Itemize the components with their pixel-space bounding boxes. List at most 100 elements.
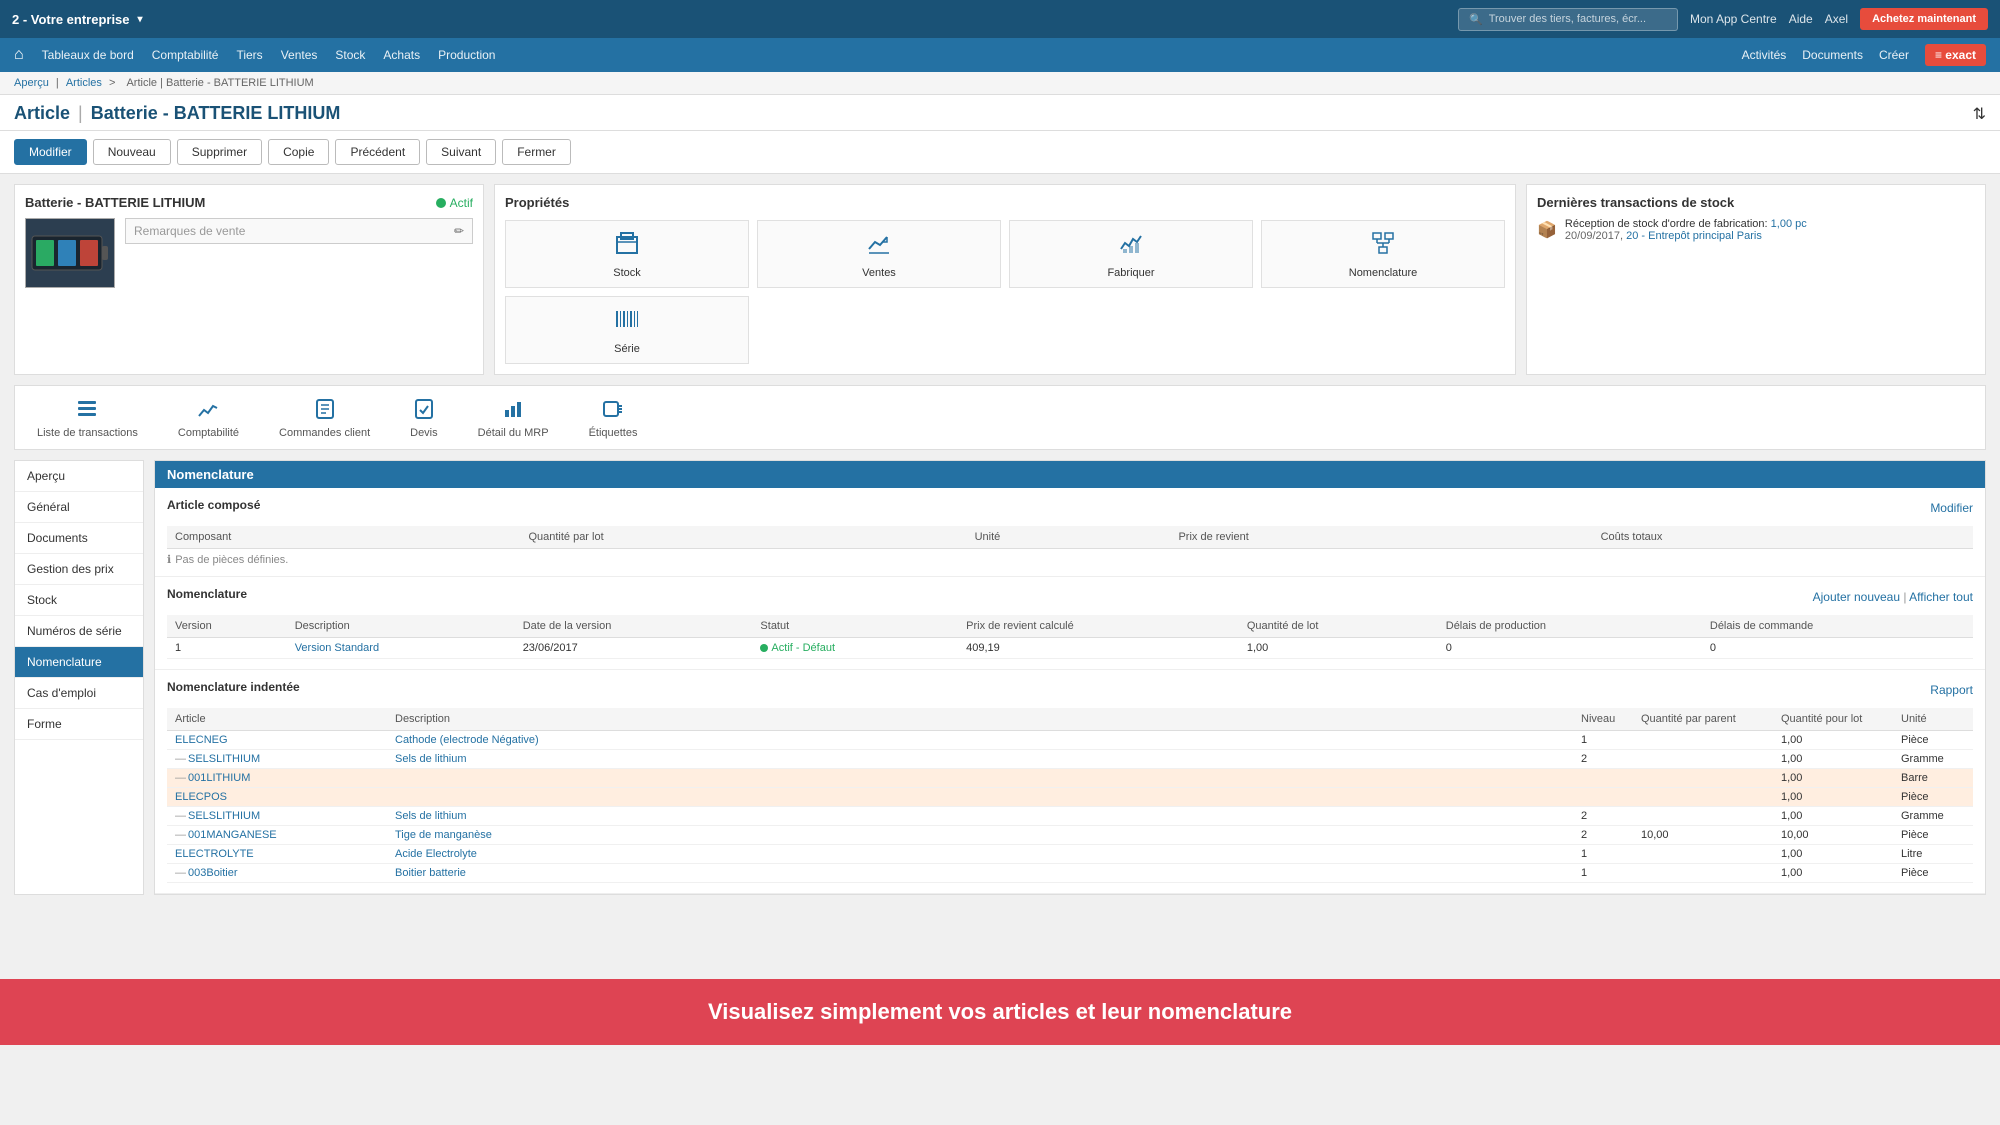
tab-comptabilite[interactable]: Comptabilité	[170, 394, 247, 449]
tab-cmd-icon	[314, 398, 336, 425]
sidebar-item-apercu[interactable]: Aperçu	[15, 461, 143, 492]
prop-nomenclature[interactable]: Nomenclature	[1261, 220, 1505, 288]
cell-unite-i: Pièce	[1893, 731, 1973, 750]
modifier-link[interactable]: Modifier	[1930, 501, 1973, 515]
ventes-icon	[865, 229, 893, 263]
cell-unite-i: Pièce	[1893, 864, 1973, 883]
rapport-link[interactable]: Rapport	[1930, 683, 1973, 697]
nouveau-button[interactable]: Nouveau	[93, 139, 171, 165]
list-item[interactable]: ELECNEG Cathode (electrode Négative) 1 1…	[167, 731, 1973, 750]
fermer-button[interactable]: Fermer	[502, 139, 571, 165]
tab-mrp-icon	[502, 398, 524, 425]
proprietes-title: Propriétés	[505, 195, 1505, 210]
col-qte: Quantité par lot	[520, 526, 966, 549]
cell-version: 1	[167, 638, 287, 659]
cell-qte-parent-i	[1633, 788, 1773, 807]
prop-fabriquer[interactable]: Fabriquer	[1009, 220, 1253, 288]
nav-production[interactable]: Production	[438, 48, 495, 62]
nav-ventes[interactable]: Ventes	[281, 48, 318, 62]
list-item[interactable]: ELECPOS 1,00 Pièce	[167, 788, 1973, 807]
tab-compta-icon	[197, 398, 219, 425]
sidebar-item-documents[interactable]: Documents	[15, 523, 143, 554]
cell-delais-cmd: 0	[1702, 638, 1973, 659]
filter-icon[interactable]: ⇅	[1973, 104, 1986, 124]
trans-qty-link[interactable]: 1,00 pc	[1771, 218, 1807, 230]
list-item[interactable]: —003Boitier Boitier batterie 1 1,00 Pièc…	[167, 864, 1973, 883]
active-badge: Actif	[436, 196, 473, 210]
buy-now-button[interactable]: Achetez maintenant	[1860, 8, 1988, 30]
cell-qte-lot-i: 1,00	[1773, 845, 1893, 864]
active-label: Actif	[450, 196, 473, 210]
sidebar-item-general[interactable]: Général	[15, 492, 143, 523]
prop-stock[interactable]: Stock	[505, 220, 749, 288]
sidebar-item-gestion-prix[interactable]: Gestion des prix	[15, 554, 143, 585]
trans-date: 20/09/2017,	[1565, 230, 1623, 242]
tab-devis[interactable]: Devis	[402, 394, 446, 449]
remarks-text: Remarques de vente	[134, 224, 245, 238]
app-centre-link[interactable]: Mon App Centre	[1690, 12, 1777, 26]
cell-qte-lot: 1,00	[1239, 638, 1438, 659]
exact-logo: ≡ exact	[1925, 44, 1986, 66]
nav-tableaux[interactable]: Tableaux de bord	[42, 48, 134, 62]
list-item[interactable]: ELECTROLYTE Acide Electrolyte 1 1,00 Lit…	[167, 845, 1973, 864]
sidebar-item-numeros-serie[interactable]: Numéros de série	[15, 616, 143, 647]
tab-etiq-label: Étiquettes	[589, 427, 638, 439]
cell-desc-i: Tige de manganèse	[387, 826, 1573, 845]
nav-comptabilite[interactable]: Comptabilité	[152, 48, 219, 62]
col-delais-cmd: Délais de commande	[1702, 615, 1973, 638]
transaction-icon: 📦	[1537, 220, 1557, 240]
nav-tiers[interactable]: Tiers	[236, 48, 262, 62]
cell-date: 23/06/2017	[515, 638, 753, 659]
modifier-button[interactable]: Modifier	[14, 139, 87, 165]
nav-creer[interactable]: Créer	[1879, 48, 1909, 62]
search-placeholder: Trouver des tiers, factures, écr...	[1489, 13, 1646, 25]
sidebar-item-stock[interactable]: Stock	[15, 585, 143, 616]
copie-button[interactable]: Copie	[268, 139, 329, 165]
proprietes-panel: Propriétés Stock Ventes	[494, 184, 1516, 375]
afficher-link[interactable]: Afficher tout	[1909, 590, 1973, 604]
cell-desc-i: Sels de lithium	[387, 807, 1573, 826]
battery-icon	[30, 228, 110, 278]
transactions-title: Dernières transactions de stock	[1537, 195, 1975, 210]
tab-mrp[interactable]: Détail du MRP	[470, 394, 557, 449]
remarks-input[interactable]: Remarques de vente ✏	[125, 218, 473, 244]
table-row[interactable]: 1 Version Standard 23/06/2017 Actif - Dé…	[167, 638, 1973, 659]
cell-qte-parent-i	[1633, 864, 1773, 883]
list-item[interactable]: —001MANGANESE Tige de manganèse 2 10,00 …	[167, 826, 1973, 845]
tab-commandes-client[interactable]: Commandes client	[271, 394, 378, 449]
ajouter-link[interactable]: Ajouter nouveau	[1813, 590, 1900, 604]
global-search[interactable]: 🔍 Trouver des tiers, factures, écr...	[1458, 8, 1678, 31]
nav-activites[interactable]: Activités	[1742, 48, 1787, 62]
sidebar-item-forme[interactable]: Forme	[15, 709, 143, 740]
home-icon[interactable]: ⌂	[14, 46, 24, 64]
breadcrumb-articles[interactable]: Articles	[66, 77, 102, 89]
edit-icon[interactable]: ✏	[454, 224, 464, 238]
tab-devis-label: Devis	[410, 427, 438, 439]
breadcrumb-apercu[interactable]: Aperçu	[14, 77, 49, 89]
user-link[interactable]: Axel	[1825, 12, 1848, 26]
prop-serie[interactable]: Série	[505, 296, 749, 364]
aide-link[interactable]: Aide	[1789, 12, 1813, 26]
list-item[interactable]: —SELSLITHIUM Sels de lithium 2 1,00 Gram…	[167, 807, 1973, 826]
article-compose-section: Article composé Modifier Composant Quant…	[155, 488, 1985, 577]
nav-stock[interactable]: Stock	[335, 48, 365, 62]
precedent-button[interactable]: Précédent	[335, 139, 420, 165]
list-item[interactable]: —SELSLITHIUM Sels de lithium 2 1,00 Gram…	[167, 750, 1973, 769]
nav-achats[interactable]: Achats	[383, 48, 420, 62]
supprimer-button[interactable]: Supprimer	[177, 139, 262, 165]
cell-qte-parent-i	[1633, 845, 1773, 864]
prop-ventes[interactable]: Ventes	[757, 220, 1001, 288]
col-niveau-i: Niveau	[1573, 708, 1633, 731]
list-item[interactable]: —001LITHIUM 1,00 Barre	[167, 769, 1973, 788]
trans-location-link[interactable]: 20 - Entrepôt principal Paris	[1626, 230, 1762, 242]
company-name[interactable]: 2 - Votre entreprise ▾	[12, 12, 143, 27]
nav-documents[interactable]: Documents	[1802, 48, 1863, 62]
sidebar-item-cas-emploi[interactable]: Cas d'emploi	[15, 678, 143, 709]
suivant-button[interactable]: Suivant	[426, 139, 496, 165]
main-content: Batterie - BATTERIE LITHIUM Actif	[0, 174, 2000, 905]
tab-etiquettes[interactable]: Étiquettes	[581, 394, 646, 449]
tab-liste-transactions[interactable]: Liste de transactions	[29, 394, 146, 449]
tab-devis-icon	[413, 398, 435, 425]
sidebar-item-nomenclature[interactable]: Nomenclature	[15, 647, 143, 678]
tab-compta-label: Comptabilité	[178, 427, 239, 439]
